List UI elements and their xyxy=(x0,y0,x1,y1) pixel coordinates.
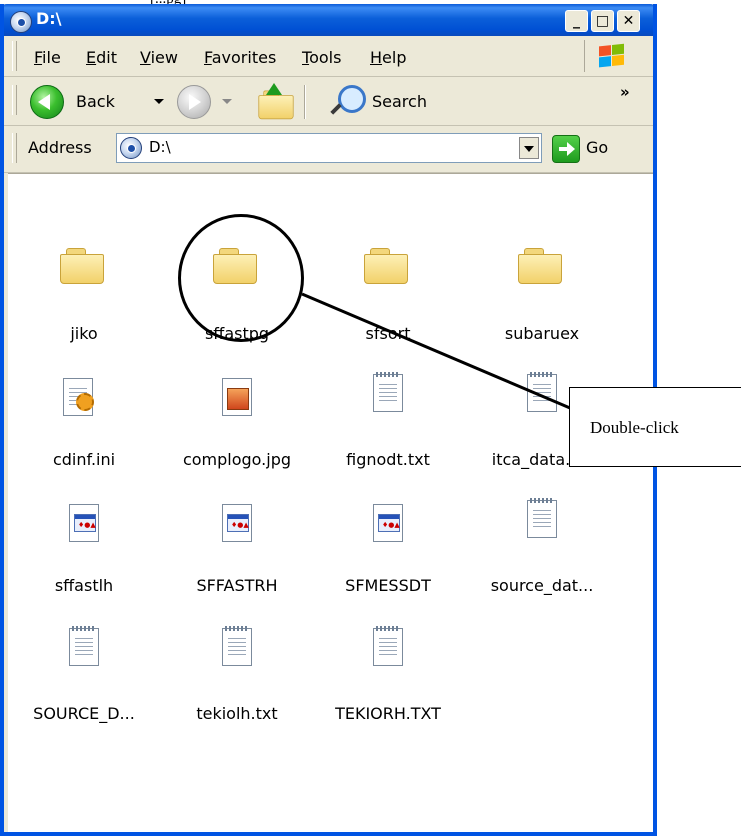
application-icon: ♦●▲ xyxy=(69,504,99,542)
menu-bar: File Edit View Favorites Tools Help xyxy=(4,36,653,77)
menu-file[interactable]: File xyxy=(34,48,61,67)
file-item-source-d[interactable]: SOURCE_D... xyxy=(14,604,154,734)
text-file-icon xyxy=(69,626,99,666)
text-file-icon xyxy=(527,498,557,538)
toolbar-separator xyxy=(304,85,306,119)
settings-file-icon xyxy=(63,378,94,416)
forward-dropdown-icon[interactable] xyxy=(222,99,232,104)
file-name: cdinf.ini xyxy=(52,450,116,469)
file-item-sfmessdt[interactable]: ♦●▲ SFMESSDT xyxy=(318,476,458,606)
text-file-icon xyxy=(527,372,557,412)
maximize-button[interactable]: □ xyxy=(591,10,614,32)
file-name: tekiolh.txt xyxy=(196,704,278,723)
cd-drive-icon xyxy=(120,137,142,159)
forward-arrow-icon xyxy=(189,94,201,110)
file-item-subaruex[interactable]: subaruex xyxy=(472,224,612,354)
file-item-tekiorh-txt[interactable]: TEKIORH.TXT xyxy=(318,604,458,734)
search-button[interactable]: Search xyxy=(316,79,466,123)
menu-grip[interactable] xyxy=(12,41,17,71)
file-list-pane: jiko sffastpg sfsort subaruex cdinf.ini xyxy=(8,173,653,832)
windows-flag-icon xyxy=(599,43,625,69)
file-item-fignodt-txt[interactable]: fignodt.txt xyxy=(318,350,458,480)
minimize-button[interactable]: _ xyxy=(565,10,588,32)
callout-text: Double-click xyxy=(590,418,679,437)
folder-icon xyxy=(60,248,104,284)
file-item-complogo-jpg[interactable]: complogo.jpg xyxy=(167,350,307,480)
file-item-sfsort[interactable]: sfsort xyxy=(318,224,458,354)
menu-tools[interactable]: Tools xyxy=(302,48,341,67)
back-dropdown-icon[interactable] xyxy=(154,99,164,104)
text-file-icon xyxy=(222,626,252,666)
go-label[interactable]: Go xyxy=(586,138,608,157)
file-name: subaruex xyxy=(504,324,580,343)
go-arrow-icon[interactable] xyxy=(552,135,580,163)
file-name: sfsort xyxy=(365,324,411,343)
title-bar[interactable]: D:\ _ □ ✕ xyxy=(4,4,653,36)
text-file-icon xyxy=(373,626,403,666)
application-icon: ♦●▲ xyxy=(373,504,403,542)
cd-drive-icon xyxy=(10,11,32,33)
window-title: D:\ xyxy=(36,9,62,28)
image-file-icon xyxy=(222,378,252,416)
toolbar-grip[interactable] xyxy=(12,85,17,115)
search-label: Search xyxy=(372,92,427,111)
folder-icon xyxy=(518,248,562,284)
address-value: D:\ xyxy=(149,138,171,156)
file-name: complogo.jpg xyxy=(182,450,292,469)
callout-box: Double-click xyxy=(569,387,741,467)
search-icon xyxy=(338,85,366,113)
toolbar-overflow-chevron[interactable]: » xyxy=(620,83,630,101)
text-file-icon xyxy=(373,372,403,412)
windows-logo xyxy=(584,40,637,72)
menu-help[interactable]: Help xyxy=(370,48,406,67)
file-name: SFMESSDT xyxy=(345,576,431,595)
back-button[interactable]: Back xyxy=(26,79,166,123)
file-name: SOURCE_D... xyxy=(33,704,135,723)
file-item-sffastrh[interactable]: ♦●▲ SFFASTRH xyxy=(167,476,307,606)
menu-edit[interactable]: Edit xyxy=(86,48,117,67)
file-item-jiko[interactable]: jiko xyxy=(14,224,154,354)
back-arrow-icon xyxy=(30,85,64,119)
close-button[interactable]: ✕ xyxy=(617,10,640,32)
file-name: sffastlh xyxy=(54,576,114,595)
folder-icon xyxy=(364,248,408,284)
menu-favorites[interactable]: Favorites xyxy=(204,48,276,67)
up-arrow-icon xyxy=(266,83,282,95)
explorer-window: D:\ _ □ ✕ File Edit View Favorites Tools… xyxy=(0,4,657,836)
file-item-tekiolh-txt[interactable]: tekiolh.txt xyxy=(167,604,307,734)
application-icon: ♦●▲ xyxy=(222,504,252,542)
address-bar: Address D:\ Go xyxy=(4,126,653,173)
file-item-source-dat[interactable]: source_dat... xyxy=(472,476,612,606)
file-name: TEKIORH.TXT xyxy=(335,704,441,723)
file-name: jiko xyxy=(70,324,98,343)
file-name: fignodt.txt xyxy=(346,450,430,469)
standard-toolbar: Back Search » xyxy=(4,77,653,126)
file-item-sffastlh[interactable]: ♦●▲ sffastlh xyxy=(14,476,154,606)
address-dropdown-button[interactable] xyxy=(519,137,539,159)
file-name: SFFASTRH xyxy=(196,576,278,595)
highlight-circle xyxy=(178,214,304,342)
file-item-cdinf-ini[interactable]: cdinf.ini xyxy=(14,350,154,480)
file-name: source_dat... xyxy=(490,576,594,595)
back-label: Back xyxy=(76,92,115,111)
up-folder-button[interactable] xyxy=(252,83,294,120)
address-grip[interactable] xyxy=(12,133,17,163)
menu-view[interactable]: View xyxy=(140,48,178,67)
address-field[interactable]: D:\ xyxy=(116,133,542,163)
address-label: Address xyxy=(28,138,92,157)
forward-button[interactable] xyxy=(177,85,211,119)
